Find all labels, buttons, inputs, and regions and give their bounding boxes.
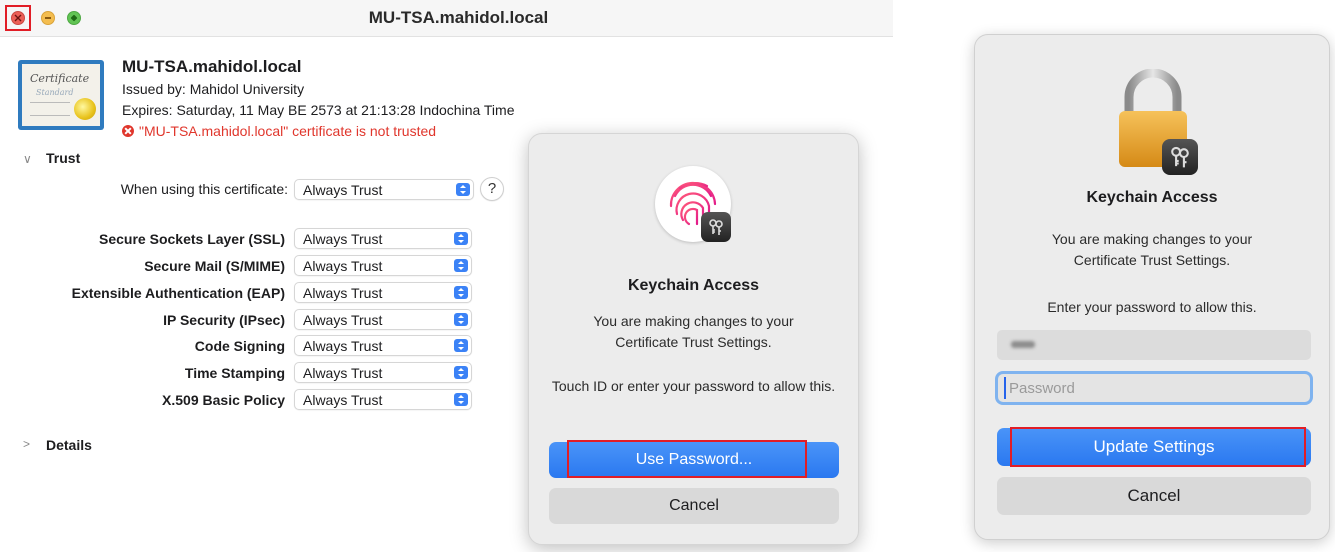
error-icon <box>122 125 134 137</box>
chevron-updown-icon <box>454 393 468 406</box>
ipsec-trust-select[interactable]: Always Trust <box>294 309 472 330</box>
certificate-icon: Certificate Standard <box>18 60 104 130</box>
chevron-updown-icon <box>454 259 468 272</box>
chevron-updown-icon <box>454 232 468 245</box>
update-settings-button[interactable]: Update Settings <box>997 428 1311 466</box>
ipsec-label: IP Security (IPsec) <box>163 312 285 328</box>
eap-label: Extensible Authentication (EAP) <box>71 285 285 301</box>
time-stamping-trust-select[interactable]: Always Trust <box>294 362 472 383</box>
details-section-label[interactable]: Details <box>46 437 92 453</box>
window-titlebar: MU-TSA.mahidol.local <box>0 0 893 37</box>
details-disclosure-chevron-icon[interactable]: > <box>23 437 30 451</box>
x509-trust-select[interactable]: Always Trust <box>294 389 472 410</box>
code-signing-trust-select[interactable]: Always Trust <box>294 335 472 356</box>
chevron-updown-icon <box>454 286 468 299</box>
chevron-updown-icon <box>454 339 468 352</box>
time-stamping-label: Time Stamping <box>184 365 285 381</box>
select-value: Always Trust <box>303 338 383 354</box>
dialog-message: You are making changes to your Certifica… <box>1051 231 1253 268</box>
use-password-button[interactable]: Use Password... <box>549 442 839 478</box>
chevron-updown-icon <box>454 313 468 326</box>
dialog-prompt: Enter your password to allow this. <box>1047 299 1257 315</box>
smime-trust-select[interactable]: Always Trust <box>294 255 472 276</box>
dialog-title: Keychain Access <box>627 277 760 294</box>
redacted-username <box>1011 341 1035 348</box>
ssl-label: Secure Sockets Layer (SSL) <box>99 231 285 247</box>
certificate-name: MU-TSA.mahidol.local <box>122 57 302 76</box>
certificate-icon-subtext: Standard <box>36 88 74 97</box>
select-value: Always Trust <box>303 258 383 274</box>
select-value: Always Trust <box>303 285 383 301</box>
username-field[interactable] <box>997 330 1311 360</box>
chevron-updown-icon <box>456 183 470 196</box>
select-value: Always Trust <box>303 392 383 408</box>
keychain-badge-icon <box>1162 139 1198 175</box>
cancel-button[interactable]: Cancel <box>997 477 1311 515</box>
dialog-prompt: Touch ID or enter your password to allow… <box>551 378 836 394</box>
select-value: Always Trust <box>303 312 383 328</box>
touch-id-dialog: Keychain Access You are making changes t… <box>528 133 859 545</box>
password-dialog: Keychain Access You are making changes t… <box>974 34 1330 540</box>
select-value: Always Trust <box>303 231 383 247</box>
certificate-expiry: Expires: Saturday, 11 May BE 2573 at 21:… <box>122 102 515 118</box>
password-input[interactable] <box>1004 377 1299 399</box>
chevron-updown-icon <box>454 366 468 379</box>
dialog-message: You are making changes to your Certifica… <box>593 313 794 350</box>
trust-disclosure-chevron-icon[interactable]: ∨ <box>23 152 32 166</box>
when-using-label: When using this certificate: <box>120 181 288 197</box>
code-signing-label: Code Signing <box>194 338 285 354</box>
seal-icon <box>74 98 96 120</box>
cancel-button[interactable]: Cancel <box>549 488 839 524</box>
eap-trust-select[interactable]: Always Trust <box>294 282 472 303</box>
trust-section-label[interactable]: Trust <box>46 150 80 166</box>
ssl-trust-select[interactable]: Always Trust <box>294 228 472 249</box>
keychain-badge-icon <box>701 212 731 242</box>
certificate-trust-warning: "MU-TSA.mahidol.local" certificate is no… <box>122 123 436 139</box>
dialog-title: Keychain Access <box>1086 189 1218 206</box>
when-using-select[interactable]: Always Trust <box>294 179 474 200</box>
warning-text: "MU-TSA.mahidol.local" certificate is no… <box>139 123 437 139</box>
window-title: MU-TSA.mahidol.local <box>368 8 549 27</box>
certificate-icon-text: Certificate <box>30 72 90 85</box>
fingerprint-icon <box>655 166 731 242</box>
certificate-issuer: Issued by: Mahidol University <box>122 81 305 97</box>
password-field-focus-ring <box>995 371 1313 405</box>
x509-label: X.509 Basic Policy <box>162 392 285 408</box>
when-using-value: Always Trust <box>303 182 383 198</box>
select-value: Always Trust <box>303 365 383 381</box>
help-button[interactable]: ? <box>480 177 504 201</box>
smime-label: Secure Mail (S/MIME) <box>144 258 285 274</box>
